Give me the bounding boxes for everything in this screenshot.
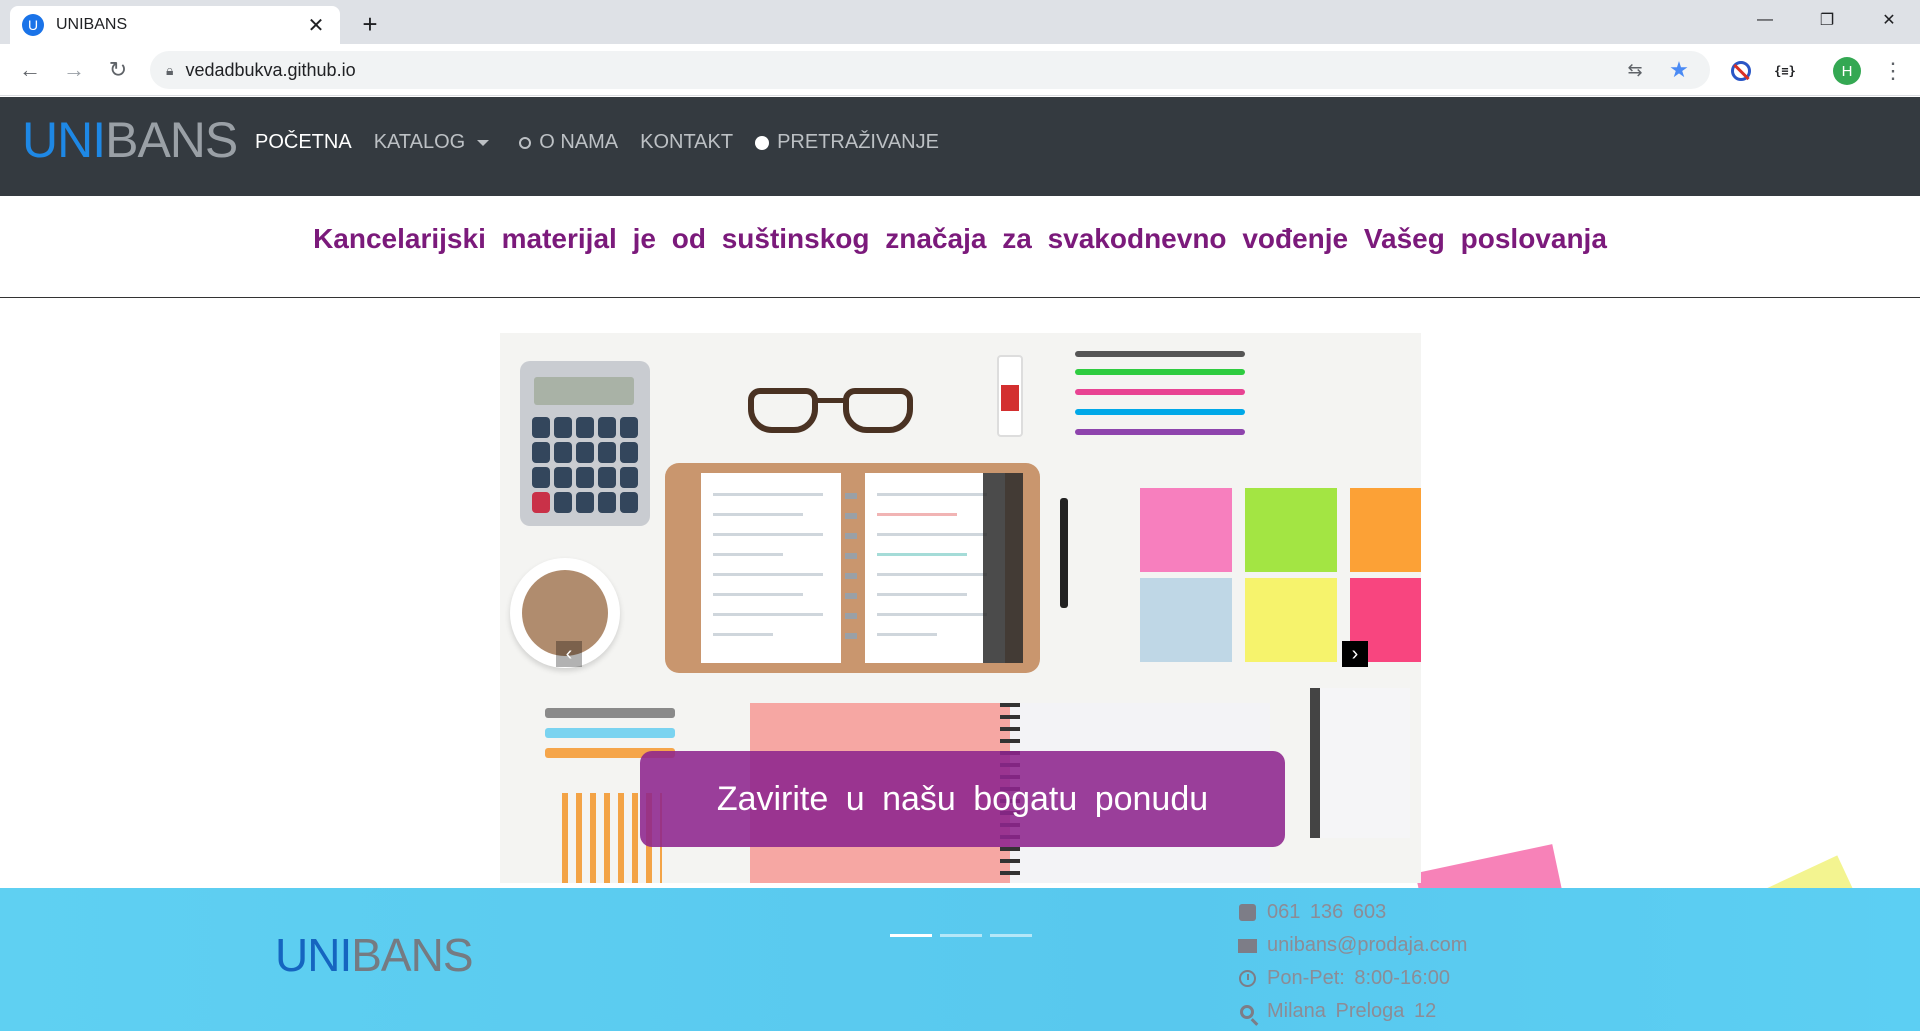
search-icon: [755, 135, 770, 150]
translate-icon[interactable]: ⇆: [1620, 55, 1650, 85]
carousel-indicator-1[interactable]: [890, 934, 932, 937]
contact-info: 061 136 603 unibans@prodaja.com Pon-Pet:…: [1237, 896, 1467, 1028]
nav-catalog[interactable]: KATALOG: [374, 131, 490, 154]
bookmark-star-icon[interactable]: ★: [1664, 55, 1694, 85]
close-tab-icon[interactable]: ✕: [304, 13, 328, 38]
correction-fluid-image: [997, 355, 1023, 437]
reload-icon[interactable]: ↻: [102, 54, 134, 86]
new-tab-button[interactable]: +: [352, 8, 388, 40]
tab-title: UNIBANS: [56, 16, 128, 33]
forward-icon[interactable]: →: [58, 54, 90, 86]
browser-menu-icon[interactable]: ⋮: [1878, 56, 1908, 86]
nav-catalog-label: KATALOG: [373, 131, 466, 153]
nav-search-label: PRETRAŽIVANJE: [777, 131, 939, 153]
footer-logo-part-uni: UNI: [275, 929, 352, 981]
back-icon[interactable]: ←: [14, 54, 46, 86]
sticky-note-orange: [1350, 488, 1421, 572]
close-window-button[interactable]: ✕: [1858, 0, 1920, 40]
carousel-indicator-3[interactable]: [990, 934, 1032, 937]
spiral-notebook-image: [1310, 688, 1410, 838]
site-footer: UNIBANS 061 136 603 unibans@prodaja.com …: [0, 888, 1920, 1031]
contact-address: Milana Preloga 12: [1237, 995, 1467, 1028]
nav-about-label: O NAMA: [539, 131, 619, 153]
contact-hours: Pon-Pet: 8:00-16:00: [1237, 962, 1467, 995]
profile-avatar[interactable]: H: [1832, 56, 1862, 86]
json-extension-icon[interactable]: {≡}: [1770, 56, 1800, 86]
globe-icon: [519, 136, 532, 149]
browser-tab[interactable]: U UNIBANS ✕: [10, 6, 340, 44]
product-carousel[interactable]: Zavirite u našu bogatu ponudu ‹ ›: [500, 333, 1421, 883]
footer-logo[interactable]: UNIBANS: [275, 928, 474, 982]
url-text: vedadbukva.github.io: [185, 59, 356, 80]
carousel-next-button[interactable]: ›: [1342, 641, 1368, 667]
glasses-image: [748, 388, 918, 438]
nav-contact[interactable]: KONTAKT: [640, 131, 733, 154]
fountain-pen-image: [1060, 498, 1068, 608]
sticky-note-yellow: [1245, 578, 1337, 662]
sticky-note-blue: [1140, 578, 1232, 662]
browser-toolbar: ← → ↻ 🔒︎ vedadbukva.github.io ⇆ ★ {≡} H …: [0, 44, 1920, 96]
phone-text: 061 136 603: [1267, 901, 1387, 923]
web-page: UNIBANS POČETNA KATALOG O NAMA KONTAKT P…: [0, 97, 1920, 1031]
lock-icon: 🔒︎: [166, 61, 174, 78]
sticky-note-green: [1245, 488, 1337, 572]
chevron-down-icon: [477, 139, 490, 146]
pens-image: [1075, 351, 1260, 461]
hours-text: Pon-Pet: 8:00-16:00: [1267, 967, 1451, 989]
nav-about[interactable]: O NAMA: [519, 131, 618, 154]
favicon-icon: U: [22, 14, 44, 36]
address-text: Milana Preloga 12: [1267, 1000, 1437, 1022]
address-bar[interactable]: 🔒︎ vedadbukva.github.io ⇆ ★: [150, 51, 1710, 89]
block-extension-icon[interactable]: [1726, 56, 1756, 86]
contact-phone: 061 136 603: [1237, 896, 1467, 929]
clock-icon: [1237, 969, 1257, 989]
browser-tab-bar: U UNIBANS ✕ + — ❐ ✕: [0, 0, 1920, 44]
planner-image: [665, 463, 1040, 673]
carousel-indicator-2[interactable]: [940, 934, 982, 937]
carousel-prev-button[interactable]: ‹: [556, 641, 582, 667]
logo-part-bans: BANS: [105, 112, 238, 168]
footer-logo-part-bans: BANS: [351, 929, 473, 981]
nav-home[interactable]: POČETNA: [255, 131, 352, 154]
email-text[interactable]: unibans@prodaja.com: [1267, 934, 1467, 957]
restore-button[interactable]: ❐: [1796, 0, 1858, 40]
contact-email: unibans@prodaja.com: [1237, 929, 1467, 962]
site-navbar: UNIBANS POČETNA KATALOG O NAMA KONTAKT P…: [0, 97, 1920, 196]
location-search-icon: [1237, 1002, 1257, 1022]
phone-icon: [1237, 903, 1257, 923]
carousel-caption: Zavirite u našu bogatu ponudu: [640, 751, 1285, 847]
envelope-icon: [1237, 936, 1257, 956]
logo-part-uni: UNI: [22, 112, 106, 168]
main-menu: POČETNA KATALOG O NAMA KONTAKT PRETRAŽIV…: [255, 131, 961, 154]
nav-search[interactable]: PRETRAŽIVANJE: [755, 131, 939, 154]
sticky-note-pink: [1140, 488, 1232, 572]
window-controls: — ❐ ✕: [1734, 0, 1920, 40]
carousel-indicators: [890, 934, 1040, 937]
slogan-text: Kancelarijski materijal je od suštinskog…: [313, 223, 1607, 254]
site-logo[interactable]: UNIBANS: [22, 111, 238, 169]
minimize-button[interactable]: —: [1734, 0, 1796, 40]
calculator-image: [520, 361, 650, 526]
